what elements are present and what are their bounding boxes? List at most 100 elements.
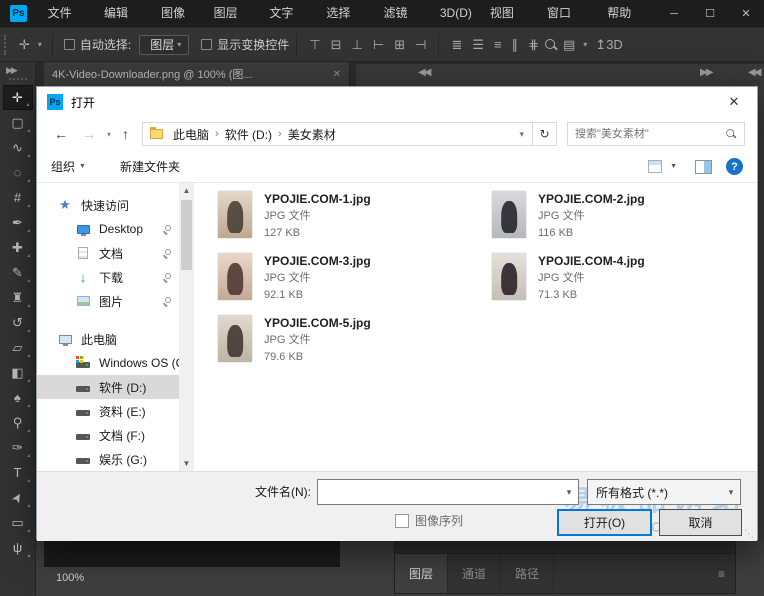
filename-combo[interactable]: ▾ [317, 479, 579, 505]
new-folder-button[interactable]: 新建文件夹 [120, 158, 180, 175]
back-button[interactable]: ← [47, 126, 75, 142]
file-item[interactable]: YPOJIE.COM-5.jpg JPG 文件 79.6 KB [218, 315, 492, 377]
scroll-down-icon[interactable]: ▼ [179, 456, 194, 471]
file-item[interactable]: YPOJIE.COM-3.jpg JPG 文件 92.1 KB [218, 253, 492, 315]
tools-collapse-icon[interactable]: ▶▶ [0, 62, 35, 76]
align-hcenter-icon[interactable]: ⊞ [389, 37, 410, 53]
image-sequence-option[interactable]: 图像序列 [395, 512, 463, 529]
menu-window[interactable]: 窗口(W) [538, 0, 598, 27]
sidebar-item-documents[interactable]: 文档 [37, 241, 179, 265]
tab-close-icon[interactable]: ✕ [333, 69, 341, 80]
zoom-level[interactable]: 100% [56, 572, 84, 584]
collapse-panel-icon[interactable]: ◀◀ [418, 67, 429, 78]
dodge-tool[interactable]: ⚲ [3, 410, 33, 435]
align-top-icon[interactable]: ⊤ [304, 37, 325, 53]
history-brush-tool[interactable]: ↺ [3, 310, 33, 335]
dialog-close-button[interactable]: ✕ [711, 87, 757, 117]
panel-menu-icon[interactable]: ≡ [718, 554, 725, 593]
sidebar-item-drive-e[interactable]: 资料 (E:) [37, 399, 179, 423]
expand-panel-icon[interactable]: ▶▶ [700, 67, 711, 78]
zoom-icon[interactable] [544, 38, 558, 52]
menu-layer[interactable]: 图层(L) [205, 0, 261, 27]
forward-button[interactable]: → [75, 126, 103, 142]
chevron-down-icon[interactable]: ▾ [560, 487, 578, 498]
menu-image[interactable]: 图像(I) [152, 0, 205, 27]
menu-filter[interactable]: 滤镜(T) [374, 0, 430, 27]
move-tool[interactable]: ✛ [3, 85, 33, 110]
hand-tool[interactable]: ψ [3, 535, 33, 560]
sidebar-item-downloads[interactable]: ↓ 下载 [37, 265, 179, 289]
marquee-tool[interactable]: ▢ [3, 110, 33, 135]
shape-tool[interactable]: ▭ [3, 510, 33, 535]
canvas[interactable] [44, 540, 340, 567]
open-button[interactable]: 打开(O) [557, 509, 652, 536]
breadcrumb-folder[interactable]: 美女素材 [284, 126, 340, 143]
menu-file[interactable]: 文件(F) [39, 0, 95, 27]
tool-preset-caret-icon[interactable]: ▾ [35, 40, 45, 49]
tab-channels[interactable]: 通道 [448, 554, 501, 593]
path-selection-tool[interactable]: ➤ [3, 485, 33, 510]
minimize-button[interactable]: ─ [656, 1, 692, 27]
cancel-button[interactable]: 取消 [659, 509, 742, 536]
breadcrumb-drive-d[interactable]: 软件 (D:) [221, 126, 276, 143]
align-right-icon[interactable]: ⊣ [410, 37, 431, 53]
sidebar-scrollbar[interactable]: ▲ ▼ [179, 183, 194, 471]
sidebar-item-drive-f[interactable]: 文档 (F:) [37, 423, 179, 447]
search-icon[interactable] [725, 128, 736, 139]
address-bar[interactable]: 此电脑 › 软件 (D:) › 美女素材 ▾ [142, 122, 533, 146]
align-bottom-icon[interactable]: ⊥ [347, 37, 368, 53]
distribute-vcenter-icon[interactable]: ☰ [467, 37, 489, 53]
organize-caret-icon[interactable]: ▼ [75, 163, 90, 170]
sidebar-item-this-pc[interactable]: 此电脑 [37, 327, 179, 351]
sidebar-item-drive-g[interactable]: 娱乐 (G:) [37, 447, 179, 471]
search-input[interactable] [568, 128, 724, 140]
organize-button[interactable]: 组织 [51, 158, 75, 175]
file-item[interactable]: YPOJIE.COM-4.jpg JPG 文件 71.3 KB [492, 253, 757, 315]
distribute-bottom-icon[interactable]: ≡ [489, 37, 507, 52]
format-dropdown[interactable]: 所有格式 (*.*) ▾ [587, 479, 741, 505]
blur-tool[interactable]: ♠ [3, 385, 33, 410]
document-tab[interactable]: 4K-Video-Downloader.png @ 100% (图... ✕ [44, 62, 350, 86]
sidebar-item-drive-d[interactable]: 软件 (D:) [37, 375, 179, 399]
maximize-button[interactable]: ☐ [692, 1, 728, 27]
refresh-button[interactable]: ↻ [533, 122, 557, 146]
distribute-vertical-icon[interactable]: ⋕ [523, 37, 544, 53]
align-left-icon[interactable]: ⊢ [368, 37, 389, 53]
resize-grip[interactable]: ⋱ [744, 529, 754, 540]
menu-3d[interactable]: 3D(D) [431, 0, 481, 27]
tab-layers[interactable]: 图层 [395, 554, 448, 593]
auto-select-checkbox[interactable] [64, 39, 75, 50]
image-sequence-checkbox[interactable] [395, 514, 409, 528]
menu-select[interactable]: 选择(S) [317, 0, 374, 27]
clone-stamp-tool[interactable]: ♜ [3, 285, 33, 310]
search-box[interactable] [567, 122, 745, 146]
type-tool[interactable]: T [3, 460, 33, 485]
sidebar-item-drive-c[interactable]: Windows OS (C:) [37, 351, 179, 375]
eraser-tool[interactable]: ▱ [3, 335, 33, 360]
file-item[interactable]: YPOJIE.COM-2.jpg JPG 文件 116 KB [492, 191, 757, 253]
pen-tool[interactable]: ✑ [3, 435, 33, 460]
menu-view[interactable]: 视图(V) [481, 0, 538, 27]
help-button[interactable]: ? [726, 158, 743, 175]
sidebar-item-desktop[interactable]: Desktop [37, 217, 179, 241]
distribute-horizontal-icon[interactable]: ∥ [507, 37, 524, 53]
auto-select-target-dropdown[interactable]: 图层 ▾ [139, 35, 189, 55]
crop-tool[interactable]: # [3, 185, 33, 210]
healing-brush-tool[interactable]: ✚ [3, 235, 33, 260]
close-button[interactable]: ✕ [728, 1, 764, 27]
sidebar-item-quick-access[interactable]: ★ 快速访问 [37, 193, 179, 217]
preview-pane-button[interactable] [695, 160, 712, 174]
filename-input[interactable] [318, 485, 560, 499]
collapse-panel-icon[interactable]: ◀◀ [748, 67, 759, 78]
scrollbar-thumb[interactable] [181, 200, 192, 270]
up-button[interactable]: ↑ [115, 126, 136, 142]
breadcrumb-this-pc[interactable]: 此电脑 [169, 126, 213, 143]
export-3d-icon[interactable]: ↥3D [590, 37, 628, 53]
menu-edit[interactable]: 编辑(E) [95, 0, 152, 27]
panel-toggle-icon[interactable]: ▤ [558, 37, 580, 53]
scroll-up-icon[interactable]: ▲ [179, 183, 194, 198]
eyedropper-tool[interactable]: ✒ [3, 210, 33, 235]
lasso-tool[interactable]: ∿ [3, 135, 33, 160]
gradient-tool[interactable]: ◧ [3, 360, 33, 385]
file-item[interactable]: YPOJIE.COM-1.jpg JPG 文件 127 KB [218, 191, 492, 253]
